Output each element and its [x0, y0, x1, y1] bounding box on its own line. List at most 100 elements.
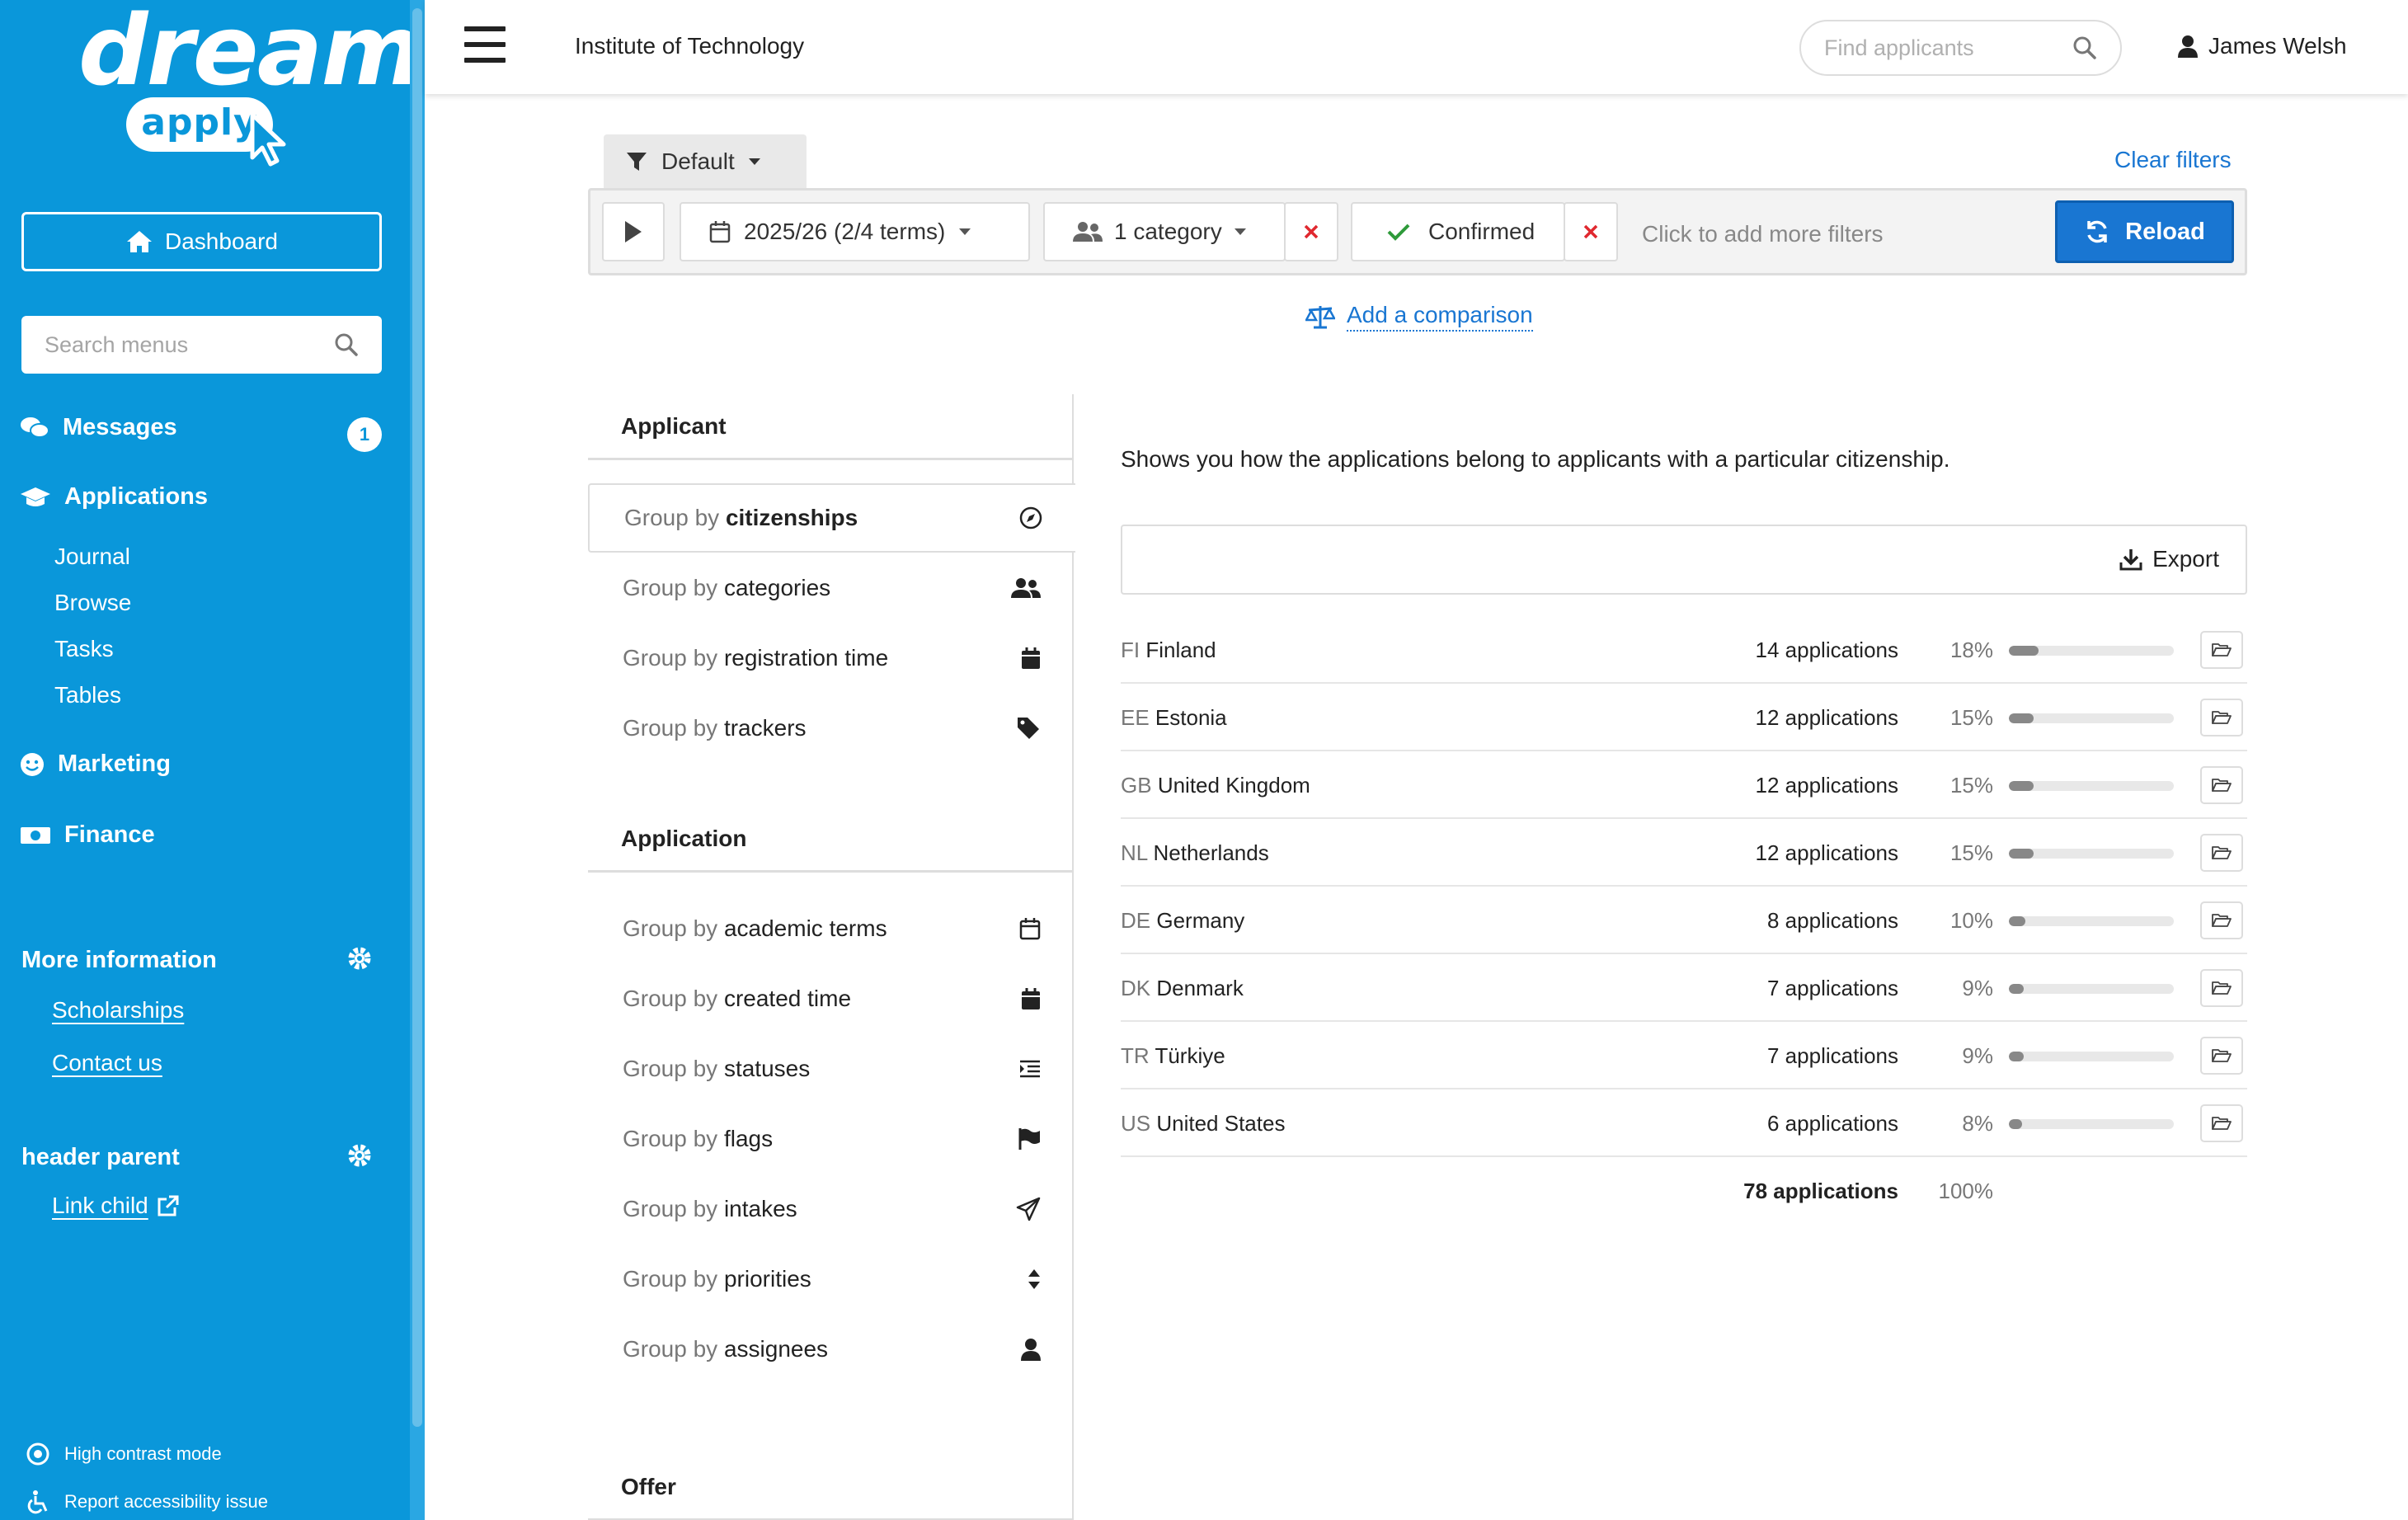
term-filter-dropdown[interactable]: 2025/26 (2/4 terms)	[680, 202, 1030, 261]
link-child-link[interactable]: Link child	[52, 1193, 180, 1219]
group-name: priorities	[723, 1266, 811, 1292]
group-by-priorities[interactable]: Group by priorities	[588, 1245, 1074, 1314]
table-row: DK Denmark 7 applications 9%	[1121, 954, 2247, 1022]
total-applications: 78 applications	[1743, 1179, 1898, 1203]
country-code: NL	[1121, 840, 1148, 865]
institution-title: Institute of Technology	[575, 33, 805, 59]
group-name: academic terms	[723, 915, 887, 941]
applications-count: 12 applications	[1755, 773, 1898, 798]
reload-button[interactable]: Reload	[2055, 200, 2234, 263]
group-by-trackers[interactable]: Group by trackers	[588, 694, 1074, 763]
logo-word-dream: dream	[78, 0, 422, 107]
group-by-assignees[interactable]: Group by assignees	[588, 1315, 1074, 1384]
report-accessibility-link[interactable]: Report accessibility issue	[26, 1489, 268, 1514]
sidebar-item-finance[interactable]: Finance	[20, 821, 155, 849]
open-group-button[interactable]	[2200, 766, 2243, 804]
external-link-icon	[158, 1195, 179, 1216]
folder-open-icon	[2212, 914, 2232, 927]
group-by-flags[interactable]: Group by flags	[588, 1104, 1074, 1174]
sidebar-scrollbar[interactable]	[410, 0, 425, 1520]
run-filters-button[interactable]	[602, 202, 665, 261]
table-row: NL Netherlands 12 applications 15%	[1121, 819, 2247, 887]
open-group-button[interactable]	[2200, 901, 2243, 939]
share-progress-fill	[2009, 916, 2025, 926]
search-icon[interactable]	[2072, 35, 2097, 60]
country-cell: FI Finland	[1121, 638, 1216, 663]
country-cell: DE Germany	[1121, 908, 1244, 934]
share-progress-fill	[2009, 1119, 2022, 1129]
contact-us-link[interactable]: Contact us	[52, 1050, 162, 1076]
share-progress-fill	[2009, 984, 2024, 994]
export-button[interactable]: Export	[2119, 546, 2219, 572]
calendar-outline-icon	[709, 221, 731, 243]
remove-status-filter-button[interactable]	[1564, 202, 1618, 261]
open-group-button[interactable]	[2200, 1104, 2243, 1142]
remove-category-filter-button[interactable]	[1284, 202, 1338, 261]
group-by-intakes[interactable]: Group by intakes	[588, 1174, 1074, 1244]
country-name: Estonia	[1155, 705, 1227, 730]
download-icon	[2119, 549, 2142, 571]
scholarships-link[interactable]: Scholarships	[52, 997, 184, 1024]
group-by-registration-time[interactable]: Group by registration time	[588, 624, 1074, 693]
group-prefix: Group by	[623, 1266, 718, 1292]
calendar-outline-icon	[1019, 918, 1041, 940]
group-by-statuses[interactable]: Group by statuses	[588, 1034, 1074, 1104]
home-icon	[127, 231, 152, 252]
users-icon	[1011, 578, 1041, 598]
open-group-button[interactable]	[2200, 699, 2243, 736]
group-by-academic-terms[interactable]: Group by academic terms	[588, 894, 1074, 963]
share-progress-bar	[2009, 849, 2174, 859]
open-group-button[interactable]	[2200, 969, 2243, 1007]
contrast-icon	[26, 1442, 49, 1466]
dashboard-button[interactable]: Dashboard	[21, 212, 382, 271]
gear-icon[interactable]	[346, 1142, 373, 1169]
open-group-button[interactable]	[2200, 834, 2243, 872]
search-menus-input[interactable]	[45, 332, 325, 358]
applications-percent: 18%	[1949, 638, 1993, 662]
group-by-citizenships[interactable]: Group by citizenships	[588, 483, 1075, 553]
link-child-label: Link child	[52, 1193, 148, 1218]
status-filter-chip[interactable]: Confirmed	[1351, 202, 1565, 261]
applicant-section-heading: Applicant	[588, 394, 1074, 460]
sidebar-item-tasks[interactable]: Tasks	[54, 636, 114, 662]
country-code: FI	[1121, 638, 1141, 662]
group-by-categories[interactable]: Group by categories	[588, 553, 1074, 623]
category-filter-dropdown[interactable]: 1 category	[1043, 202, 1286, 261]
open-group-button[interactable]	[2200, 631, 2243, 669]
dreamapply-logo[interactable]: dream apply	[78, 0, 422, 173]
open-group-button[interactable]	[2200, 1037, 2243, 1075]
high-contrast-toggle[interactable]: High contrast mode	[26, 1442, 222, 1466]
compass-icon	[1019, 506, 1042, 529]
applications-count: 7 applications	[1767, 976, 1898, 1000]
sidebar-item-label: Marketing	[58, 751, 171, 777]
add-more-filters-input[interactable]: Click to add more filters	[1642, 221, 1884, 247]
user-menu[interactable]: James Welsh	[2177, 33, 2347, 59]
folder-open-icon	[2212, 779, 2232, 792]
sidebar-item-browse[interactable]: Browse	[54, 590, 131, 616]
country-cell: US United States	[1121, 1111, 1285, 1136]
gear-icon[interactable]	[346, 945, 373, 972]
find-applicants-input[interactable]	[1824, 35, 2063, 61]
filter-preset-dropdown[interactable]: Default	[604, 134, 807, 189]
folder-open-icon	[2212, 1049, 2232, 1062]
sidebar-item-tables[interactable]: Tables	[54, 682, 121, 708]
add-comparison-link[interactable]: Add a comparison	[1305, 302, 1533, 332]
graduation-cap-icon	[21, 487, 50, 506]
group-name: registration time	[723, 645, 889, 671]
scrollbar-thumb[interactable]	[412, 8, 422, 1427]
sidebar-item-applications[interactable]: Applications	[20, 483, 208, 511]
share-progress-fill	[2009, 1052, 2024, 1061]
group-prefix: Group by	[623, 915, 718, 941]
sidebar-item-journal[interactable]: Journal	[54, 544, 130, 570]
group-name: citizenships	[725, 505, 858, 530]
group-by-created-time[interactable]: Group by created time	[588, 964, 1074, 1033]
search-icon[interactable]	[334, 332, 359, 357]
clear-filters-link[interactable]: Clear filters	[2114, 147, 2232, 173]
sidebar-item-messages[interactable]: Messages	[20, 414, 177, 441]
country-name: United Kingdom	[1157, 773, 1310, 798]
share-progress-bar	[2009, 1119, 2174, 1129]
sidebar-item-marketing[interactable]: Marketing	[20, 751, 171, 778]
calendar-icon	[1022, 647, 1040, 669]
applications-count: 7 applications	[1767, 1043, 1898, 1068]
hamburger-menu-icon[interactable]	[464, 26, 506, 63]
